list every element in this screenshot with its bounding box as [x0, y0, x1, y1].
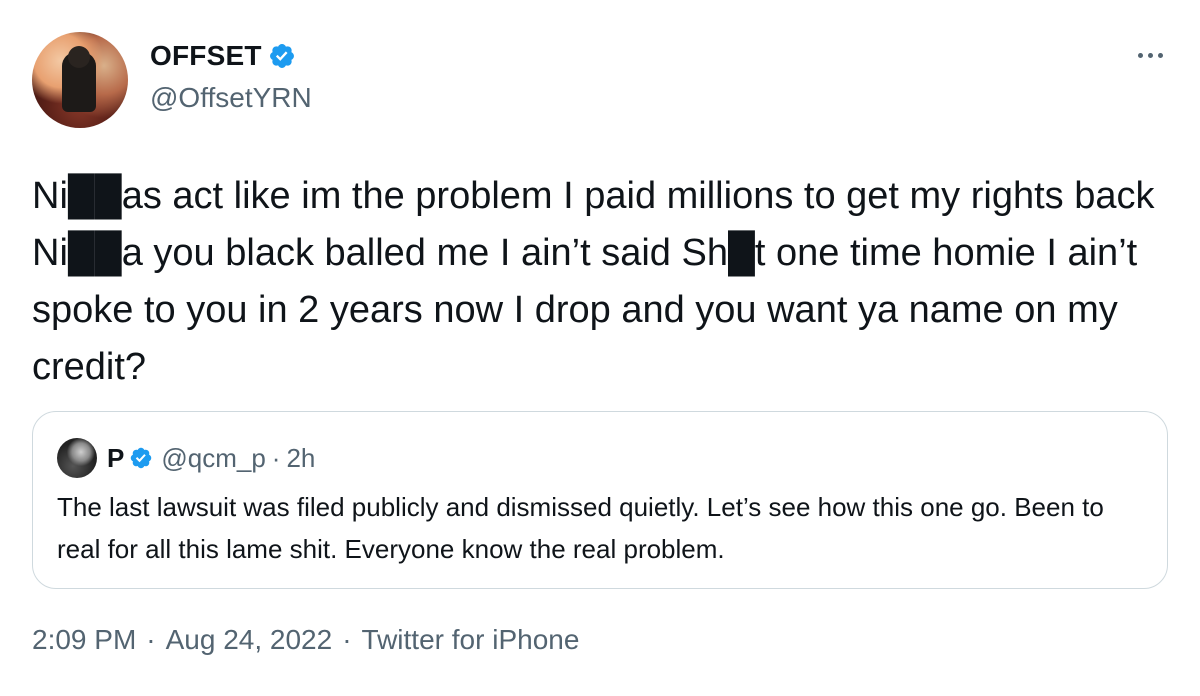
tweet-meta: 2:09 PM · Aug 24, 2022 · Twitter for iPh…	[32, 624, 579, 656]
author-avatar[interactable]	[32, 32, 128, 128]
quoted-tweet-text: The last lawsuit was filed publicly and …	[57, 492, 1104, 564]
more-dot	[1147, 52, 1153, 58]
tweet-date[interactable]: Aug 24, 2022	[166, 624, 333, 656]
tweet-source[interactable]: Twitter for iPhone	[362, 624, 580, 656]
quoted-tweet-card[interactable]: P @qcm_p · 2h The last lawsuit was filed…	[32, 411, 1168, 589]
author-name[interactable]: OFFSET	[150, 40, 262, 72]
meta-separator: ·	[342, 624, 352, 655]
avatar-figure-head	[68, 46, 90, 68]
author-name-row: OFFSET	[150, 40, 296, 72]
verified-badge-icon	[129, 446, 153, 470]
quoted-author-name[interactable]: P	[107, 443, 124, 474]
quoted-author-handle[interactable]: @qcm_p	[161, 443, 265, 474]
verified-badge-icon	[268, 42, 296, 70]
quoted-separator: ·	[271, 442, 281, 473]
author-handle[interactable]: @OffsetYRN	[150, 82, 312, 114]
meta-separator: ·	[146, 624, 156, 655]
tweet-time[interactable]: 2:09 PM	[32, 624, 136, 656]
more-options-icon[interactable]	[1130, 40, 1170, 70]
more-dot	[1137, 52, 1143, 58]
quoted-author-avatar[interactable]	[57, 438, 97, 478]
tweet-text: Ni██as act like im the problem I paid mi…	[32, 175, 1155, 388]
more-dot	[1157, 52, 1163, 58]
quoted-tweet-time[interactable]: 2h	[286, 443, 315, 474]
quoted-tweet-header: P @qcm_p · 2h	[107, 440, 315, 476]
